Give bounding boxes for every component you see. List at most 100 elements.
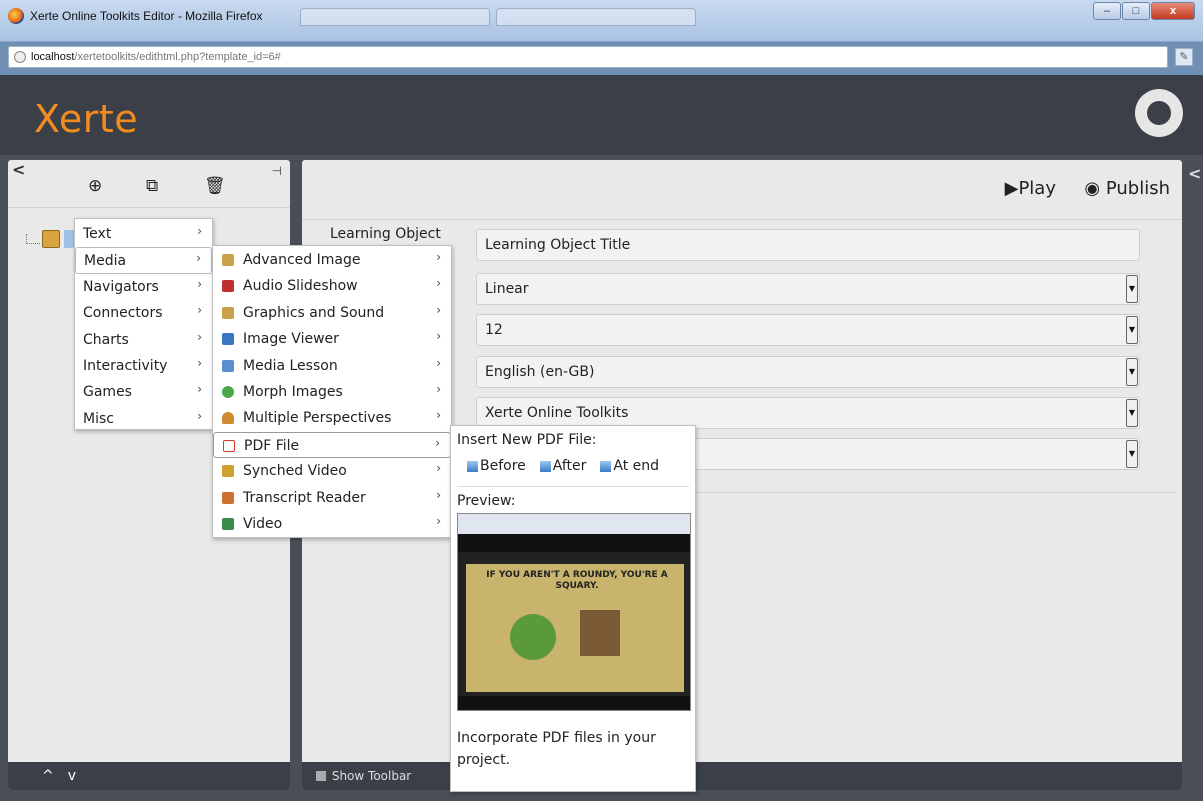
menu-item-label: PDF File — [244, 437, 300, 454]
url-host: localhost — [31, 51, 75, 63]
viewer-icon — [222, 333, 234, 346]
url-path: /xertetoolkits/edithtml.php?template_id=… — [74, 51, 281, 63]
play-icon: ▶ — [1004, 178, 1019, 199]
dropdown-arrow-icon[interactable]: ▼ — [1126, 275, 1138, 303]
url-bar[interactable]: localhost/xertetoolkits/edithtml.php?tem… — [8, 46, 1168, 68]
menu-item-label: Media — [84, 253, 127, 270]
collapse-right-icon[interactable]: < — [1188, 164, 1201, 183]
menu-item-label: Media Lesson — [243, 357, 338, 374]
insert-at-end-icon — [600, 460, 612, 472]
minimize-button[interactable]: – — [1093, 2, 1121, 20]
text-size-select[interactable]: 12 ▼ — [476, 314, 1140, 346]
delete-page-icon[interactable]: 🗑 — [204, 176, 226, 196]
dropdown-arrow-icon[interactable]: ▼ — [1126, 440, 1138, 468]
speaker-icon — [222, 280, 234, 293]
menu-item-misc[interactable]: Misc › — [75, 406, 212, 432]
move-down-icon[interactable]: v — [68, 768, 90, 784]
menu-item-image-viewer[interactable]: Image Viewer › — [213, 326, 451, 352]
insert-before-button[interactable]: Before — [467, 458, 526, 474]
title-field[interactable]: Learning Object Title — [476, 229, 1140, 261]
thumbnail-header — [458, 534, 690, 552]
menu-item-label: Multiple Perspectives — [243, 410, 392, 427]
show-toolbar-checkbox[interactable] — [316, 771, 326, 781]
chevron-right-icon: › — [436, 487, 441, 502]
navigation-select[interactable]: Linear ▼ — [476, 273, 1140, 305]
theme-value: Xerte Online Toolkits — [485, 405, 629, 421]
chevron-right-icon: › — [436, 329, 441, 344]
globe-icon: ◉ — [1084, 178, 1101, 199]
move-up-icon[interactable]: ^ — [42, 768, 68, 784]
duplicate-page-icon[interactable]: ⧉ — [146, 176, 158, 196]
show-toolbar-label: Show Toolbar — [331, 769, 412, 783]
film-icon — [222, 517, 234, 530]
tree-line — [26, 234, 40, 244]
structure-toolbar: < ⊕ ⧉ 🗑 ⊣ — [8, 160, 290, 208]
chevron-right-icon: › — [197, 224, 202, 238]
field-label: Learning Object — [330, 226, 441, 242]
navigation-value: Linear — [485, 281, 529, 297]
menu-item-transcript-reader[interactable]: Transcript Reader › — [213, 485, 451, 511]
menu-item-pdf-file[interactable]: PDF File › — [213, 431, 451, 459]
browser-titlebar: Xerte Online Toolkits Editor - Mozilla F… — [0, 0, 1203, 42]
image-icon — [222, 254, 234, 266]
chevron-right-icon: › — [197, 355, 202, 370]
browser-tab[interactable] — [496, 8, 696, 26]
preview-heading: Preview: — [457, 493, 516, 509]
synched-video-icon — [222, 465, 234, 478]
menu-item-label: Connectors — [83, 305, 163, 322]
window-title: Xerte Online Toolkits Editor - Mozilla F… — [30, 9, 263, 23]
menu-item-text[interactable]: Text › — [75, 221, 212, 247]
insert-after-button[interactable]: After — [539, 458, 587, 474]
properties-toolbar: ▶Play ◉ Publish — [302, 160, 1182, 220]
close-window-button[interactable]: x — [1151, 2, 1195, 20]
pdf-icon — [223, 439, 235, 452]
thumbnail-title: IF YOU AREN'T A ROUNDY, YOU'RE A SQUARY. — [486, 570, 668, 591]
chevron-right-icon: › — [436, 461, 441, 476]
menu-item-audio-slideshow[interactable]: Audio Slideshow › — [213, 273, 451, 299]
play-label: Play — [1018, 178, 1056, 199]
transcript-icon — [222, 491, 234, 504]
insert-before-icon — [467, 460, 478, 472]
menu-item-multiple-perspectives[interactable]: Multiple Perspectives › — [213, 405, 451, 431]
collapse-left-icon[interactable]: < — [12, 160, 25, 179]
chevron-right-icon: › — [436, 276, 441, 291]
menu-item-interactivity[interactable]: Interactivity › — [75, 353, 212, 379]
insert-at-end-button[interactable]: At end — [600, 458, 659, 474]
language-select[interactable]: English (en-GB) ▼ — [476, 356, 1140, 388]
chevron-right-icon: › — [436, 302, 441, 317]
thumbnail-roundy-figure — [510, 614, 556, 660]
bookmark-icon[interactable]: ✎ — [1175, 48, 1193, 66]
add-page-icon[interactable]: ⊕ — [88, 176, 102, 196]
menu-item-charts[interactable]: Charts › — [75, 327, 212, 353]
media-submenu: Advanced Image › Audio Slideshow › Graphic… — [212, 245, 452, 538]
maximize-button[interactable]: □ — [1122, 2, 1150, 20]
properties-footer: Show Toolbar — [302, 762, 1182, 790]
menu-item-media-lesson[interactable]: Media Lesson › — [213, 353, 451, 379]
language-value: English (en-GB) — [485, 364, 595, 380]
chevron-right-icon: › — [435, 435, 440, 450]
menu-item-advanced-image[interactable]: Advanced Image › — [213, 247, 451, 273]
menu-item-navigators[interactable]: Navigators › — [75, 274, 212, 300]
menu-item-morph-images[interactable]: Morph Images › — [213, 379, 451, 405]
structure-footer: ^v — [8, 762, 290, 790]
chevron-right-icon: › — [197, 276, 202, 291]
menu-item-graphics-and-sound[interactable]: Graphics and Sound › — [213, 300, 451, 326]
dropdown-arrow-icon[interactable]: ▼ — [1126, 316, 1138, 344]
menu-item-games[interactable]: Games › — [75, 379, 212, 405]
play-button[interactable]: ▶Play — [1005, 178, 1056, 199]
publish-button[interactable]: ◉ Publish — [1084, 178, 1170, 199]
browser-tab[interactable] — [300, 8, 490, 26]
menu-item-label: Morph Images — [243, 383, 343, 400]
menu-item-video[interactable]: Video › — [213, 511, 451, 537]
insert-after-icon — [539, 460, 551, 472]
menu-item-label: Image Viewer — [243, 331, 339, 348]
learning-object-icon — [42, 230, 60, 248]
dropdown-arrow-icon[interactable]: ▼ — [1126, 399, 1138, 427]
menu-item-synched-video[interactable]: Synched Video › — [213, 458, 451, 484]
menu-item-label: Interactivity — [83, 357, 168, 374]
menu-item-media[interactable]: Media › — [75, 247, 212, 274]
menu-item-connectors[interactable]: Connectors › — [75, 300, 212, 326]
dropdown-arrow-icon[interactable]: ▼ — [1126, 358, 1138, 386]
pin-icon[interactable]: ⊣ — [272, 164, 282, 178]
insert-after-label: After — [552, 458, 587, 474]
